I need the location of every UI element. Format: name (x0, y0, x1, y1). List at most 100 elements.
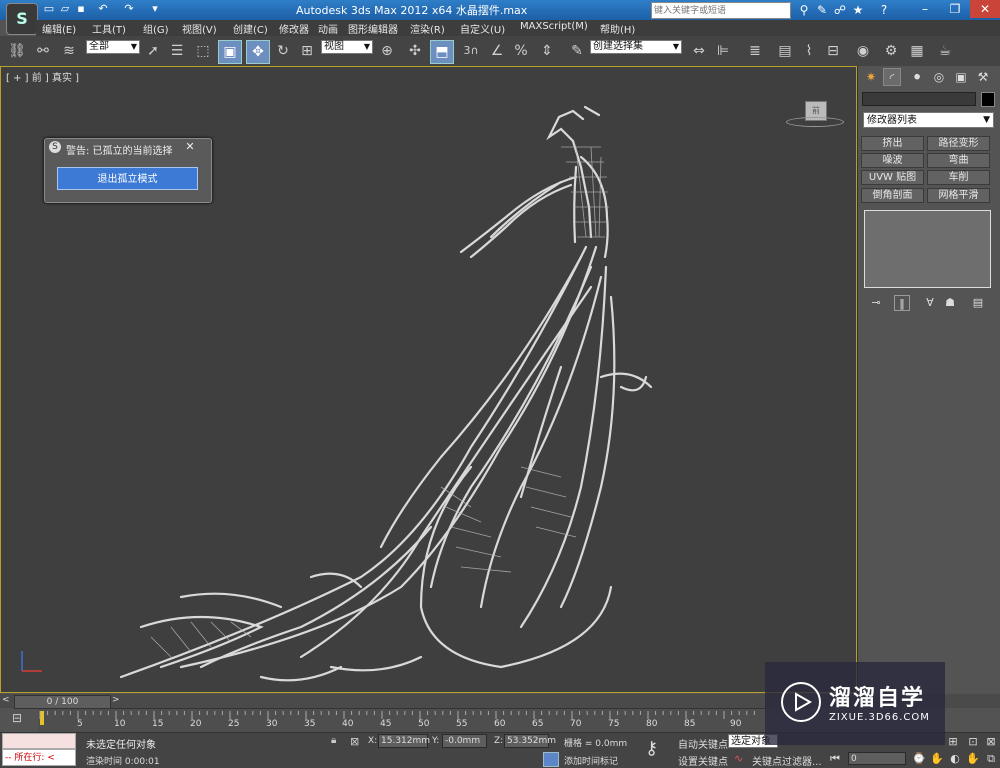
angle-snap-icon[interactable]: ∠ (486, 40, 508, 62)
modifier-path-deform-button[interactable]: 路径变形 (927, 136, 990, 151)
select-manipulate-icon[interactable]: ✣ (404, 40, 426, 62)
modifier-list-dropdown[interactable]: 修改器列表 ▼ (863, 112, 994, 128)
modifier-meshsmooth-button[interactable]: 网格平滑 (927, 188, 990, 203)
bind-space-warp-icon[interactable]: ≋ (58, 40, 80, 62)
new-file-icon[interactable]: ▭ (42, 2, 56, 16)
key-icon[interactable]: ⚷ (645, 738, 658, 759)
close-icon[interactable]: ✕ (183, 140, 197, 154)
add-time-tag-icon[interactable] (543, 752, 559, 767)
select-object-icon[interactable]: ➚ (142, 40, 164, 62)
window-crossing-icon[interactable]: ▣ (218, 40, 242, 64)
menu-group[interactable]: 组(G) (143, 21, 169, 36)
menu-create[interactable]: 创建(C) (233, 21, 268, 36)
select-and-scale-icon[interactable]: ⊞ (296, 40, 318, 62)
create-tab-icon[interactable]: ✷ (862, 68, 880, 86)
link-icon[interactable]: ⛓ (6, 40, 28, 62)
y-coordinate-field[interactable]: -0.0mm (442, 734, 487, 748)
current-frame-field[interactable]: 0 (848, 752, 906, 765)
menu-maxscript[interactable]: MAXScript(M) (520, 21, 588, 32)
maximize-button[interactable]: ❐ (940, 0, 970, 18)
quick-access-dropdown-icon[interactable]: ▾ (148, 2, 162, 16)
select-by-name-icon[interactable]: ☰ (166, 40, 188, 62)
redo-icon[interactable]: ↷ (122, 2, 136, 16)
render-production-icon[interactable]: ☕ (934, 40, 956, 62)
set-key-button[interactable]: 设置关键点 (678, 753, 728, 768)
menu-graph-editors[interactable]: 图形编辑器 (348, 21, 398, 36)
mini-curve-editor-icon[interactable]: ⊟ (6, 711, 28, 727)
walk-through-icon[interactable]: ✋ (966, 752, 980, 766)
exit-isolation-button[interactable]: 退出孤立模式 (57, 167, 198, 190)
selection-filter-dropdown[interactable]: 全部 ▼ (86, 40, 140, 54)
align-icon[interactable]: ⊫ (712, 40, 734, 62)
lock-icon[interactable]: 🔒︎ (331, 735, 336, 746)
z-coordinate-field[interactable]: 53.352mm (504, 734, 556, 748)
curve-editor-icon[interactable]: ⌇ (798, 40, 820, 62)
menu-customize[interactable]: 自定义(U) (460, 21, 505, 36)
tools-icon[interactable]: ✎ (814, 2, 830, 18)
graphite-ribbon-icon[interactable]: ▤ (774, 40, 796, 62)
open-file-icon[interactable]: ▱ (58, 2, 72, 16)
unlink-icon[interactable]: ⚯ (32, 40, 54, 62)
maximize-viewport-icon[interactable]: ⧉ (984, 752, 998, 766)
display-tab-icon[interactable]: ▣ (952, 68, 970, 86)
object-name-field[interactable] (862, 92, 976, 106)
motion-tab-icon[interactable]: ◎ (930, 68, 948, 86)
modify-tab-icon[interactable]: ◜ (883, 68, 901, 86)
search-box[interactable] (651, 2, 791, 19)
show-end-result-icon[interactable]: ‖ (894, 295, 910, 311)
utilities-tab-icon[interactable]: ⚒ (974, 68, 992, 86)
absolute-mode-icon[interactable]: ⊠ (350, 735, 359, 748)
layer-manager-icon[interactable]: ≣ (744, 40, 766, 62)
mirror-icon[interactable]: ⇔ (688, 40, 710, 62)
add-time-tag-label[interactable]: 添加时间标记 (564, 754, 618, 767)
rendered-frame-window-icon[interactable]: ▦ (906, 40, 928, 62)
time-slider-prev-icon[interactable]: < (2, 695, 10, 705)
search-input[interactable] (652, 4, 790, 18)
zoom-region-icon[interactable]: ⊠ (984, 735, 998, 749)
viewport-label[interactable]: [ + ] 前 ] 真实 ] (6, 69, 79, 84)
modifier-extrude-button[interactable]: 挤出 (861, 136, 924, 151)
zoom-extents-all-icon[interactable]: ⊡ (966, 735, 980, 749)
help-icon[interactable]: ? (876, 2, 892, 18)
menu-views[interactable]: 视图(V) (182, 21, 217, 36)
modifier-bevel-profile-button[interactable]: 倒角剖面 (861, 188, 924, 203)
named-selection-set-dropdown[interactable]: 创建选择集 ▼ (590, 40, 682, 54)
menu-edit[interactable]: 编辑(E) (42, 21, 76, 36)
object-color-swatch[interactable] (981, 92, 995, 107)
app-logo-icon[interactable]: S (6, 3, 38, 35)
material-editor-icon[interactable]: ◉ (852, 40, 874, 62)
minimize-button[interactable]: – (910, 0, 940, 18)
modifier-bend-button[interactable]: 弯曲 (927, 153, 990, 168)
time-config-icon[interactable]: ⌚ (912, 752, 926, 766)
favorites-icon[interactable]: ★ (850, 2, 866, 18)
modifier-stack-view[interactable] (864, 210, 991, 288)
auto-key-button[interactable]: 自动关键点 (678, 736, 728, 751)
close-window-button[interactable]: ✕ (970, 0, 1000, 18)
pivot-center-icon[interactable]: ⊕ (376, 40, 398, 62)
configure-modifier-sets-icon[interactable]: ▤ (970, 295, 986, 311)
time-slider[interactable]: 0 / 100 (14, 695, 111, 709)
zoom-extents-icon[interactable]: ⊞ (946, 735, 960, 749)
modifier-noise-button[interactable]: 噪波 (861, 153, 924, 168)
select-and-move-icon[interactable]: ✥ (246, 40, 270, 64)
key-filters-button[interactable]: 关键点过滤器... (752, 753, 822, 768)
pan-view-icon[interactable]: ✋ (930, 752, 944, 766)
orbit-icon[interactable]: ◐ (948, 752, 962, 766)
menu-rendering[interactable]: 渲染(R) (410, 21, 445, 36)
go-to-start-icon[interactable]: ⏮ (828, 752, 842, 766)
snaps-toggle-icon[interactable]: 3∩ (460, 40, 482, 62)
time-slider-next-icon[interactable]: > (112, 695, 120, 705)
menu-tools[interactable]: 工具(T) (92, 21, 126, 36)
reference-coordinate-dropdown[interactable]: 视图 ▼ (321, 40, 373, 54)
maxscript-listener-input[interactable] (2, 733, 76, 749)
pin-stack-icon[interactable]: ⊸ (868, 295, 884, 311)
keyboard-shortcut-override-icon[interactable]: ⬒ (430, 40, 454, 64)
hierarchy-tab-icon[interactable]: ⚫ (908, 68, 926, 86)
menu-help[interactable]: 帮助(H) (600, 21, 635, 36)
menu-modifiers[interactable]: 修改器 (279, 21, 309, 36)
modifier-uvw-map-button[interactable]: UVW 贴图 (861, 170, 924, 185)
edit-named-selection-icon[interactable]: ✎ (566, 40, 588, 62)
viewcube-compass-ring[interactable] (786, 117, 844, 127)
render-setup-icon[interactable]: ⚙ (880, 40, 902, 62)
communication-icon[interactable]: ☍ (832, 2, 848, 18)
